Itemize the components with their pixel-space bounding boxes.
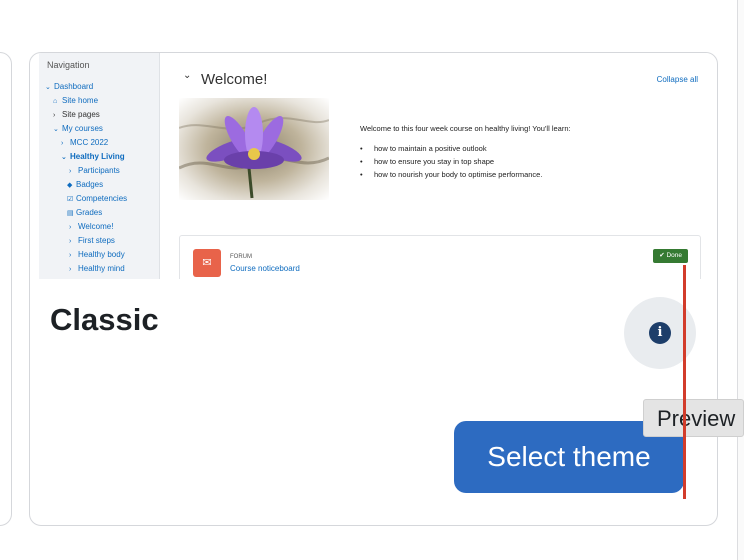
nav-item-healthy-body: › Healthy body [39, 248, 127, 262]
chevron-right-icon: › [69, 266, 72, 273]
chevron-right-icon: › [53, 112, 56, 119]
nav-item-first-steps: › First steps [39, 234, 127, 248]
nav-item-label: Site home [62, 96, 99, 105]
chevron-right-icon: › [61, 140, 64, 147]
chevron-down-icon: ⌄ [53, 126, 59, 133]
shield-icon: ◆ [67, 182, 73, 189]
nav-item-site-pages: › Site pages [39, 108, 127, 122]
nav-item-site-home: ⌂ Site home [39, 94, 127, 108]
thumbnail-navigation-drawer: Navigation ⌄ Dashboard ⌂ Site home › Site p… [39, 53, 160, 279]
nav-item-label: Competencies [76, 194, 128, 203]
chevron-right-icon: › [69, 168, 72, 175]
nav-item-label: My courses [62, 124, 103, 133]
table-icon: ▤ [67, 210, 74, 217]
nav-item-dashboard: ⌄ Dashboard [39, 80, 127, 94]
nav-item-label: First steps [78, 236, 115, 245]
list-item: • how to ensure you stay in top shape [360, 157, 495, 166]
nav-item-mcc-2022: › MCC 2022 [39, 136, 127, 150]
chevron-right-icon: › [69, 238, 72, 245]
page-scrollbar[interactable] [737, 0, 744, 560]
nav-item-label: Healthy Living [70, 152, 125, 161]
nav-item-label: MCC 2022 [70, 138, 109, 147]
nav-item-healthy-living: ⌄ Healthy Living [39, 150, 127, 164]
annotation-line [683, 265, 686, 499]
bullet-text: how to maintain a positive outlook [374, 144, 487, 153]
checkbox-icon: ☑ [67, 196, 74, 203]
nav-item-label: Badges [76, 180, 104, 189]
nav-item-label: Healthy mind [78, 264, 125, 273]
activity-type-label: FORUM [230, 254, 252, 260]
completion-badge: ✔ Done [653, 249, 688, 263]
section-title: Welcome! [201, 71, 268, 88]
theme-card-classic: Navigation ⌄ Dashboard ⌂ Site home › Site p… [29, 52, 718, 526]
nav-item-label: Welcome! [78, 222, 114, 231]
nav-item-welcome: › Welcome! [39, 220, 127, 234]
nav-item-grades: ▤ Grades [39, 206, 127, 220]
home-icon: ⌂ [53, 98, 58, 105]
nav-item-healthy-mind: › Healthy mind [39, 262, 127, 276]
nav-item-label: Dashboard [54, 82, 94, 91]
nav-item-badges: ◆ Badges [39, 178, 127, 192]
list-item: • how to nourish your body to optimise pe… [360, 170, 543, 179]
chevron-down-icon: ⌄ [183, 70, 192, 81]
preview-tooltip: Preview [643, 399, 744, 437]
nav-item-label: Site pages [62, 110, 100, 119]
list-item: • how to maintain a positive outlook [360, 144, 487, 153]
previous-theme-card [0, 52, 12, 526]
completion-label: Done [666, 252, 682, 259]
navigation-title: Navigation [47, 60, 90, 70]
chevron-right-icon: › [69, 224, 72, 231]
bullet-text: how to nourish your body to optimise per… [374, 170, 543, 179]
lotus-flower-illustration [179, 107, 329, 199]
course-intro-text: Welcome to this four week course on heal… [360, 124, 571, 133]
lotus-flower-image [179, 98, 329, 200]
theme-name: Classic [50, 302, 159, 337]
theme-preview-thumbnail[interactable]: Navigation ⌄ Dashboard ⌂ Site home › Site p… [39, 53, 709, 279]
nav-item-label: Participants [78, 166, 120, 175]
forum-icon: ✉ [193, 249, 221, 277]
forum-activity: ✉ FORUM Course noticeboard ✔ Done [179, 235, 701, 279]
thumbnail-course-content: ⌄ Welcome! Collapse all Welcome to this … [167, 53, 709, 279]
activity-name-link: Course noticeboard [230, 264, 300, 273]
info-icon: i [649, 322, 671, 344]
chevron-down-icon: ⌄ [61, 154, 67, 161]
navigation-list: ⌄ Dashboard ⌂ Site home › Site pages ⌄ My co… [39, 80, 127, 276]
nav-item-competencies: ☑ Competencies [39, 192, 127, 206]
nav-item-participants: › Participants [39, 164, 127, 178]
collapse-all-link: Collapse all [656, 75, 698, 84]
nav-item-label: Healthy body [78, 250, 125, 259]
nav-item-label: Grades [76, 208, 103, 217]
bullet-text: how to ensure you stay in top shape [374, 157, 495, 166]
chevron-down-icon: ⌄ [45, 84, 51, 91]
nav-item-my-courses: ⌄ My courses [39, 122, 127, 136]
chevron-right-icon: › [69, 252, 72, 259]
course-bullet-list: • how to maintain a positive outlook • how… [360, 142, 542, 181]
